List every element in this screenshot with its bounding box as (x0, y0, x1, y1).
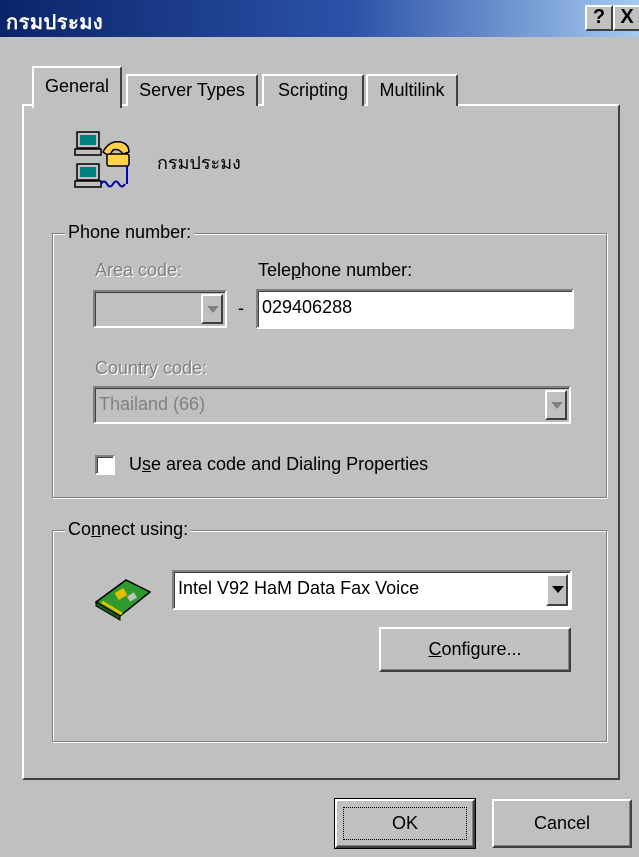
close-button[interactable]: X (613, 5, 639, 31)
modem-card-icon (94, 579, 152, 621)
tab-server-types[interactable]: Server Types (126, 74, 258, 106)
use-area-code-label[interactable]: Use area code and Dialing Properties (129, 454, 428, 475)
modem-value: Intel V92 HaM Data Fax Voice (178, 578, 420, 598)
dialog-window: กรมประมง ? X General Server Types Script… (0, 0, 639, 857)
modem-select[interactable]: Intel V92 HaM Data Fax Voice (172, 570, 572, 610)
connection-name: กรมประมง (157, 153, 241, 173)
modem-dropdown-arrow[interactable] (546, 574, 568, 606)
cancel-button[interactable]: Cancel (492, 799, 632, 848)
ok-button[interactable]: OK (334, 798, 476, 849)
area-code-dropdown-arrow (201, 294, 223, 324)
tab-general[interactable]: General (32, 66, 122, 108)
phone-number-legend: Phone number: (65, 222, 195, 243)
title-bar[interactable]: กรมประมง ? X (0, 0, 639, 37)
country-code-label: Country code: (95, 358, 208, 378)
help-button[interactable]: ? (585, 5, 613, 31)
telephone-number-input[interactable]: 029406288 (256, 289, 574, 329)
ok-focus-rect (343, 807, 467, 840)
country-code-value: Thailand (66) (99, 394, 206, 414)
tab-scripting[interactable]: Scripting (262, 74, 364, 106)
area-code-combobox (93, 290, 227, 328)
tab-multilink[interactable]: Multilink (366, 74, 458, 106)
dialup-connection-icon (74, 131, 130, 188)
configure-button[interactable]: Configure... (379, 627, 571, 672)
country-code-combobox: Thailand (66) (93, 386, 571, 424)
connect-using-legend: Connect using: (65, 519, 192, 540)
area-code-dash: - (238, 298, 244, 318)
area-code-label: Area code: (95, 260, 183, 280)
use-area-code-checkbox[interactable] (95, 455, 115, 475)
telephone-number-label: Telephone number: (258, 260, 413, 280)
country-code-dropdown-arrow (545, 390, 567, 420)
window-title: กรมประมง (6, 12, 104, 34)
